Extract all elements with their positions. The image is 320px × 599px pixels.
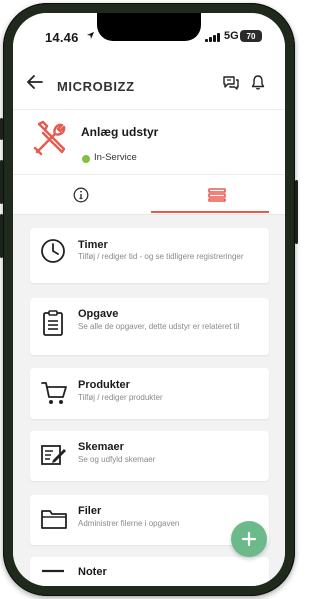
- status-time: 14.46: [45, 30, 79, 45]
- menu-item-noter[interactable]: Noter: [30, 557, 269, 586]
- folder-icon: [41, 510, 67, 529]
- menu-item-title: Skemaer: [78, 441, 124, 453]
- signal-bars-icon: [205, 33, 220, 42]
- equipment-status: In-Service: [94, 152, 137, 163]
- volume-down-button: [0, 214, 3, 258]
- menu-item-title: Filer: [78, 505, 102, 517]
- equipment-card: Anlæg udstyr In-Service: [13, 109, 285, 175]
- network-type: 5G: [224, 30, 239, 42]
- info-icon: [73, 187, 89, 203]
- add-button[interactable]: [231, 521, 267, 557]
- menu-item-title: Timer: [78, 239, 108, 251]
- equipment-name: Anlæg udstyr: [81, 125, 159, 139]
- menu-item-subtitle: Se alle de opgaver, dette udstyr er rela…: [78, 322, 240, 331]
- app-screen: 14.46 5G 70 MICROBIZZ Anlæg udstyr In-Se…: [13, 13, 285, 586]
- location-arrow-icon: [86, 31, 95, 40]
- chat-icon[interactable]: [222, 75, 240, 91]
- app-header: MICROBIZZ: [13, 57, 285, 109]
- plus-icon: [241, 531, 257, 547]
- mute-switch: [0, 118, 3, 140]
- menu-item-title: Opgave: [78, 308, 119, 320]
- menu-item-opgave[interactable]: Opgave Se alle de opgaver, dette udstyr …: [30, 298, 269, 355]
- volume-up-button: [0, 160, 3, 204]
- menu-item-title: Produkter: [78, 379, 130, 391]
- tab-list[interactable]: [149, 175, 285, 215]
- battery-icon: 70: [240, 30, 262, 42]
- form-edit-icon: [41, 445, 66, 465]
- back-arrow-icon[interactable]: [27, 75, 43, 89]
- tab-bar: [13, 175, 285, 215]
- menu-item-subtitle: Tilføj / rediger produkter: [78, 393, 163, 402]
- tools-icon: [33, 120, 66, 156]
- cart-icon: [41, 382, 67, 404]
- power-button: [295, 180, 298, 244]
- menu-item-subtitle: Administrer filerne i opgaven: [78, 519, 180, 528]
- active-tab-indicator: [151, 211, 269, 213]
- clock-icon: [41, 239, 65, 263]
- tab-info[interactable]: [13, 175, 149, 215]
- notch: [97, 13, 201, 41]
- bell-icon[interactable]: [250, 74, 266, 91]
- battery-level: 70: [246, 31, 256, 41]
- notes-icon: [42, 569, 64, 573]
- menu-item-title: Noter: [78, 566, 107, 578]
- clipboard-icon: [43, 310, 63, 336]
- app-title: MICROBIZZ: [57, 79, 135, 94]
- status-indicator: [82, 155, 90, 163]
- menu-item-subtitle: Se og udfyld skemaer: [78, 455, 156, 464]
- menu-item-skemaer[interactable]: Skemaer Se og udfyld skemaer: [30, 431, 269, 481]
- list-icon: [208, 188, 226, 202]
- menu-item-produkter[interactable]: Produkter Tilføj / rediger produkter: [30, 368, 269, 419]
- menu-item-timer[interactable]: Timer Tilføj / rediger tid - og se tidli…: [30, 228, 269, 283]
- menu-item-subtitle: Tilføj / rediger tid - og se tidligere r…: [78, 252, 244, 261]
